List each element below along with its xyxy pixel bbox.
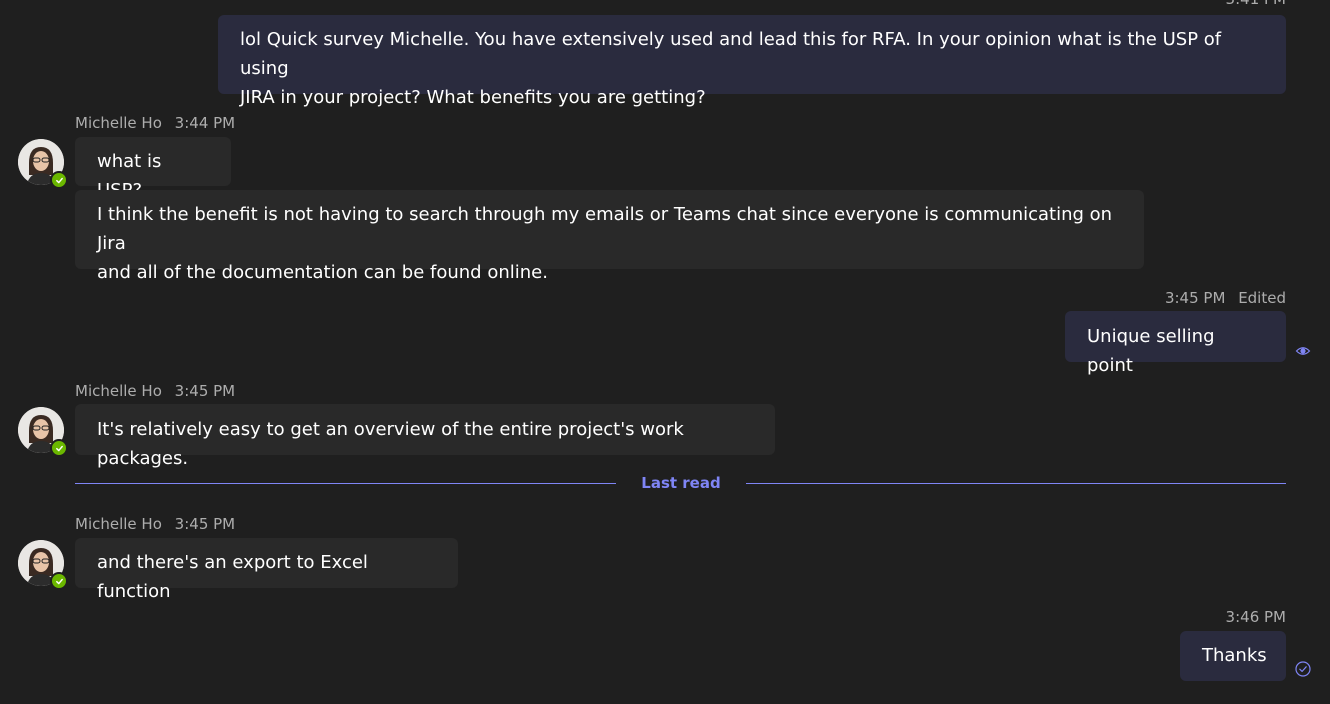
avatar[interactable]: [18, 540, 68, 590]
message-timestamp: 3:45 PM: [174, 515, 236, 533]
presence-available-icon: [50, 171, 68, 189]
divider-line: [75, 483, 616, 484]
last-read-label: Last read: [641, 474, 721, 492]
message-header: 3:45 PM Edited: [1165, 289, 1286, 307]
sender-name[interactable]: Michelle Ho: [75, 515, 162, 533]
their-message-bubble[interactable]: and there's an export to Excel function: [75, 538, 458, 602]
avatar[interactable]: [18, 407, 68, 457]
message-timestamp: 3:45 PM: [1164, 289, 1226, 307]
eye-icon: [1295, 347, 1311, 355]
their-message-bubble[interactable]: It's relatively easy to get an overview …: [75, 404, 775, 469]
message-text-line: lol Quick survey Michelle. You have exte…: [240, 29, 1222, 79]
message-timestamp: 3:41 PM: [1226, 0, 1286, 8]
my-message-bubble[interactable]: Unique selling point: [1065, 311, 1286, 376]
divider-line: [746, 483, 1286, 484]
sender-name[interactable]: Michelle Ho: [75, 114, 162, 132]
chat-thread: 3:41 PM lol Quick survey Michelle. You h…: [0, 0, 1330, 704]
message-text-line: and all of the documentation can be foun…: [97, 262, 548, 283]
edited-label: Edited: [1238, 289, 1286, 307]
message-text: Thanks: [1202, 645, 1267, 666]
sender-name[interactable]: Michelle Ho: [75, 382, 162, 400]
message-timestamp: 3:46 PM: [1225, 608, 1286, 626]
avatar[interactable]: [18, 139, 68, 189]
presence-available-icon: [50, 572, 68, 590]
message-header: Michelle Ho 3:45 PM: [75, 515, 235, 533]
message-timestamp: 3:45 PM: [174, 382, 236, 400]
message-timestamp: 3:44 PM: [174, 114, 236, 132]
their-message-bubble[interactable]: what is USP?: [75, 137, 231, 201]
message-header: Michelle Ho 3:45 PM: [75, 382, 235, 400]
my-message-bubble[interactable]: Thanks: [1180, 631, 1286, 681]
last-read-divider: Last read: [75, 472, 1286, 494]
presence-available-icon: [50, 439, 68, 457]
message-text: and there's an export to Excel function: [97, 552, 368, 602]
message-text: It's relatively easy to get an overview …: [97, 419, 684, 469]
message-text: Unique selling point: [1087, 326, 1215, 376]
message-text-line: JIRA in your project? What benefits you …: [240, 87, 706, 108]
check-circle-icon: [1295, 661, 1311, 677]
message-text-line: I think the benefit is not having to sea…: [97, 204, 1113, 254]
message-header: Michelle Ho 3:44 PM: [75, 114, 235, 132]
message-header: 3:46 PM: [1226, 608, 1286, 626]
their-message-bubble[interactable]: I think the benefit is not having to sea…: [75, 190, 1144, 283]
my-message-bubble[interactable]: lol Quick survey Michelle. You have exte…: [218, 15, 1286, 108]
